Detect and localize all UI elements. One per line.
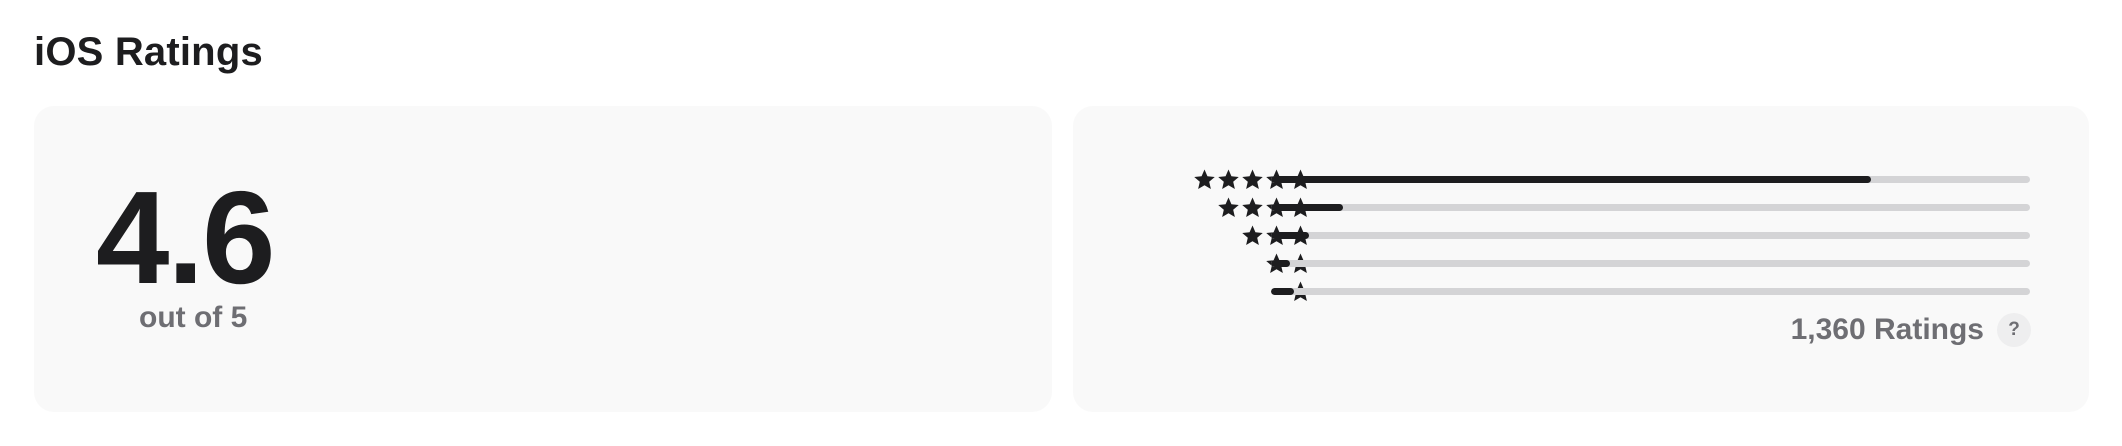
star-icon	[1241, 224, 1264, 247]
average-rating-value: 4.6	[96, 164, 275, 311]
section-title: iOS Ratings	[34, 30, 263, 74]
rating-bar-fill	[1271, 288, 1294, 295]
ios-ratings-section: iOS Ratings 4.6 out of 5 1,360 Ratings ?	[0, 0, 2122, 446]
rating-row-5-star	[1073, 167, 2089, 191]
star-icon	[1217, 196, 1240, 219]
rating-bar-fill	[1271, 260, 1290, 267]
rating-bar-track	[1271, 204, 2030, 211]
question-mark-icon: ?	[2008, 319, 2020, 340]
ratings-count: 1,360 Ratings	[1790, 313, 1984, 346]
rating-bar-track	[1271, 288, 2030, 295]
rating-breakdown-card: 1,360 Ratings ?	[1073, 106, 2089, 412]
rating-scale-caption: out of 5	[139, 301, 248, 334]
star-icon	[1217, 168, 1240, 191]
help-button[interactable]: ?	[1997, 313, 2031, 347]
star-icon	[1241, 168, 1264, 191]
rating-row-2-star	[1073, 251, 2089, 275]
rating-row-1-star	[1073, 279, 2089, 303]
ratings-footer: 1,360 Ratings ?	[1791, 310, 2031, 350]
rating-bar-track	[1271, 260, 2030, 267]
rating-bar-track	[1271, 176, 2030, 183]
rating-bar-track	[1271, 232, 2030, 239]
rating-bar-fill	[1271, 176, 1871, 183]
rating-bar-fill	[1271, 204, 1344, 211]
star-icon	[1241, 196, 1264, 219]
rating-row-3-star	[1073, 223, 2089, 247]
average-score-card: 4.6 out of 5	[34, 106, 1052, 412]
rating-row-4-star	[1073, 195, 2089, 219]
rating-bar-fill	[1271, 232, 1309, 239]
star-icon	[1193, 168, 1216, 191]
